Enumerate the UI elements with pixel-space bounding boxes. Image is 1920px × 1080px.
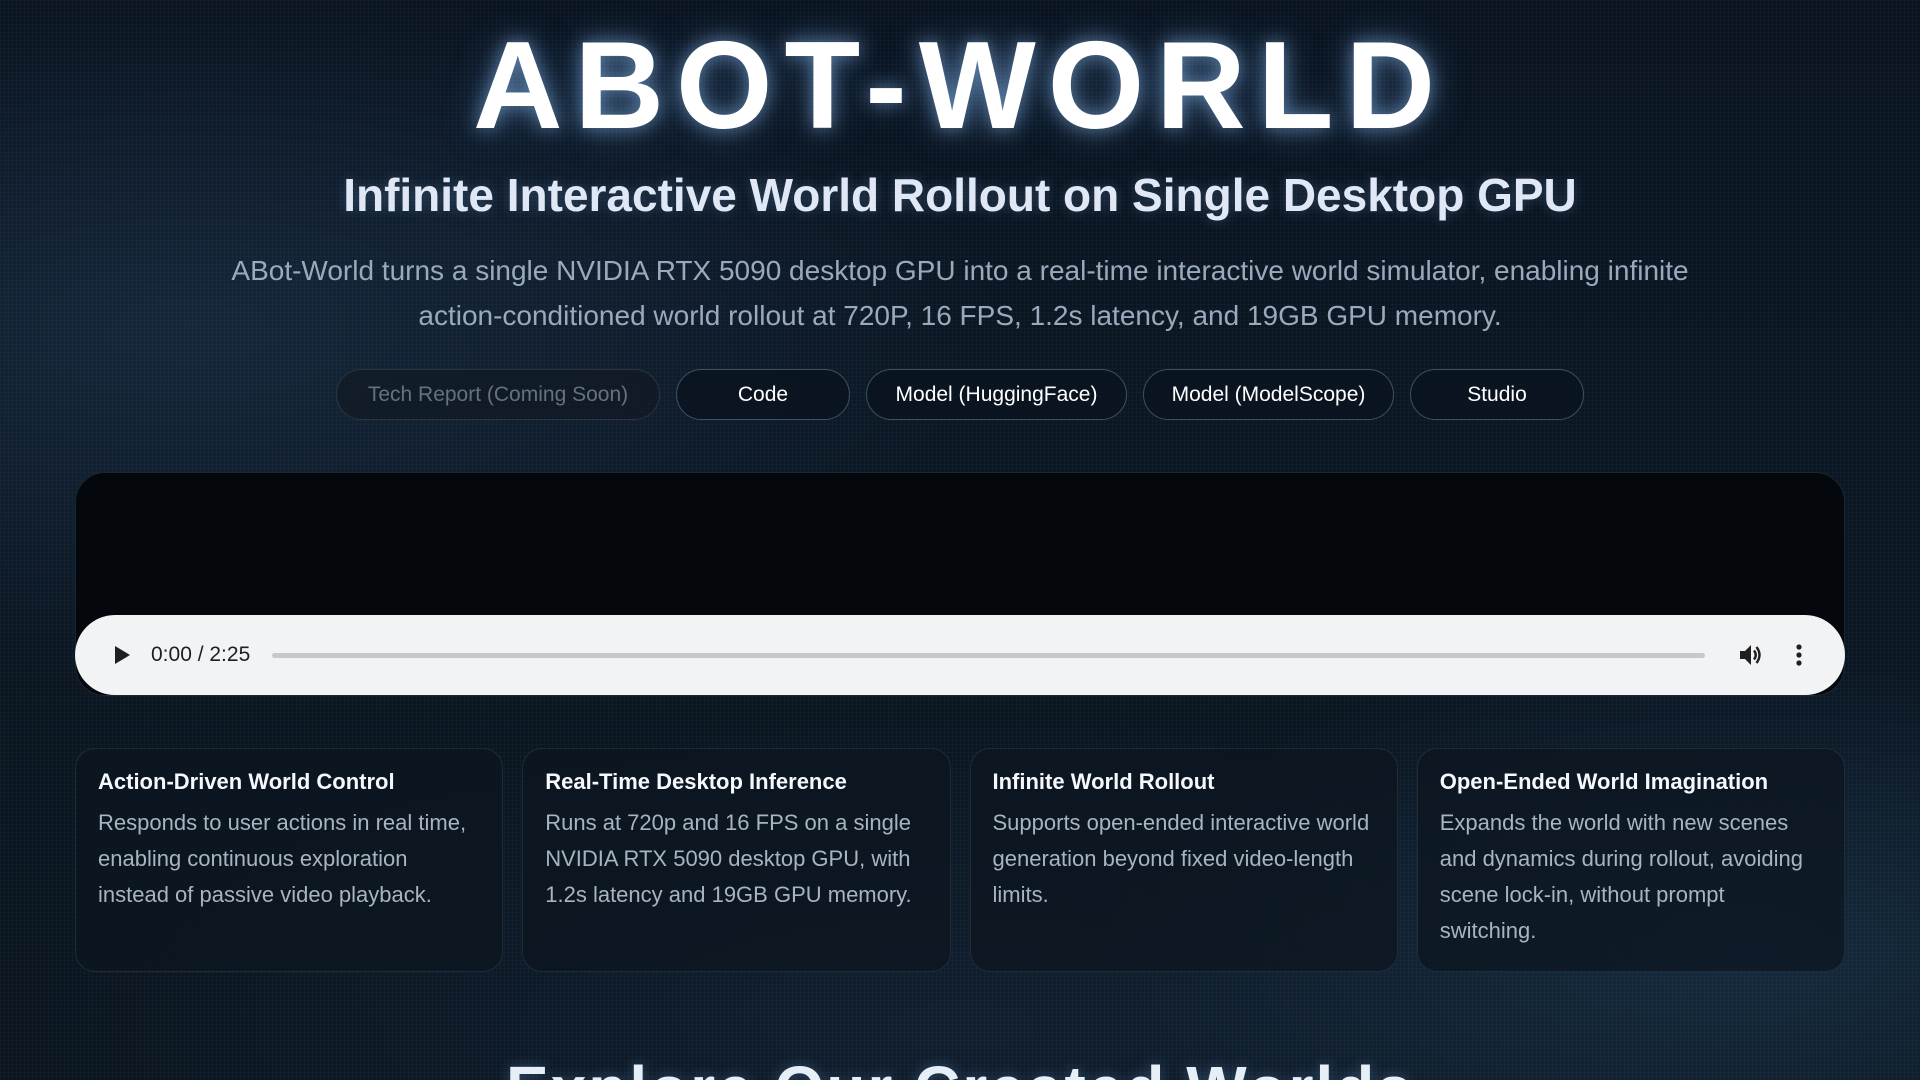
hero-description: ABot-World turns a single NVIDIA RTX 509… [231, 255, 1689, 331]
hero-subtitle: Infinite Interactive World Rollout on Si… [343, 169, 1577, 221]
feature-card: Infinite World Rollout Supports open-end… [969, 748, 1398, 972]
feature-card-title: Action-Driven World Control [98, 769, 395, 794]
feature-card-body: Responds to user actions in real time, e… [98, 810, 467, 907]
feature-card: Action-Driven World Control Responds to … [75, 748, 504, 972]
code-button[interactable]: Code [676, 369, 850, 420]
model-modelscope-button[interactable]: Model (ModelScope) [1143, 369, 1394, 420]
feature-card-body: Expands the world with new scenes and dy… [1439, 810, 1803, 943]
model-huggingface-button[interactable]: Model (HuggingFace) [866, 369, 1127, 420]
play-icon[interactable] [107, 640, 137, 670]
tech-report-button: Tech Report (Coming Soon) [336, 369, 660, 420]
more-vert-icon[interactable] [1783, 639, 1815, 671]
media-controls: 0:00 / 2:25 [75, 615, 1845, 695]
feature-card-title: Open-Ended World Imagination [1439, 769, 1769, 794]
feature-card: Real-Time Desktop Inference Runs at 720p… [522, 748, 951, 972]
feature-card-body: Runs at 720p and 16 FPS on a single NVID… [545, 810, 912, 907]
feature-card-title: Infinite World Rollout [992, 769, 1215, 794]
page: ABOT-WORLD Infinite Interactive World Ro… [0, 0, 1920, 1080]
volume-icon[interactable] [1735, 639, 1767, 671]
feature-cards: Action-Driven World Control Responds to … [75, 748, 1845, 972]
feature-card-body: Supports open-ended interactive world ge… [992, 810, 1370, 907]
time-display: 0:00 / 2:25 [151, 643, 251, 666]
feature-card-title: Real-Time Desktop Inference [545, 769, 847, 794]
section-heading: Explore Our Created Worlds [0, 1052, 1920, 1080]
studio-button[interactable]: Studio [1410, 369, 1584, 420]
link-buttons: Tech Report (Coming Soon) Code Model (Hu… [0, 369, 1920, 420]
feature-card: Open-Ended World Imagination Expands the… [1416, 748, 1845, 972]
hero-title: ABOT-WORLD [472, 17, 1448, 155]
progress-slider[interactable] [272, 652, 1705, 658]
